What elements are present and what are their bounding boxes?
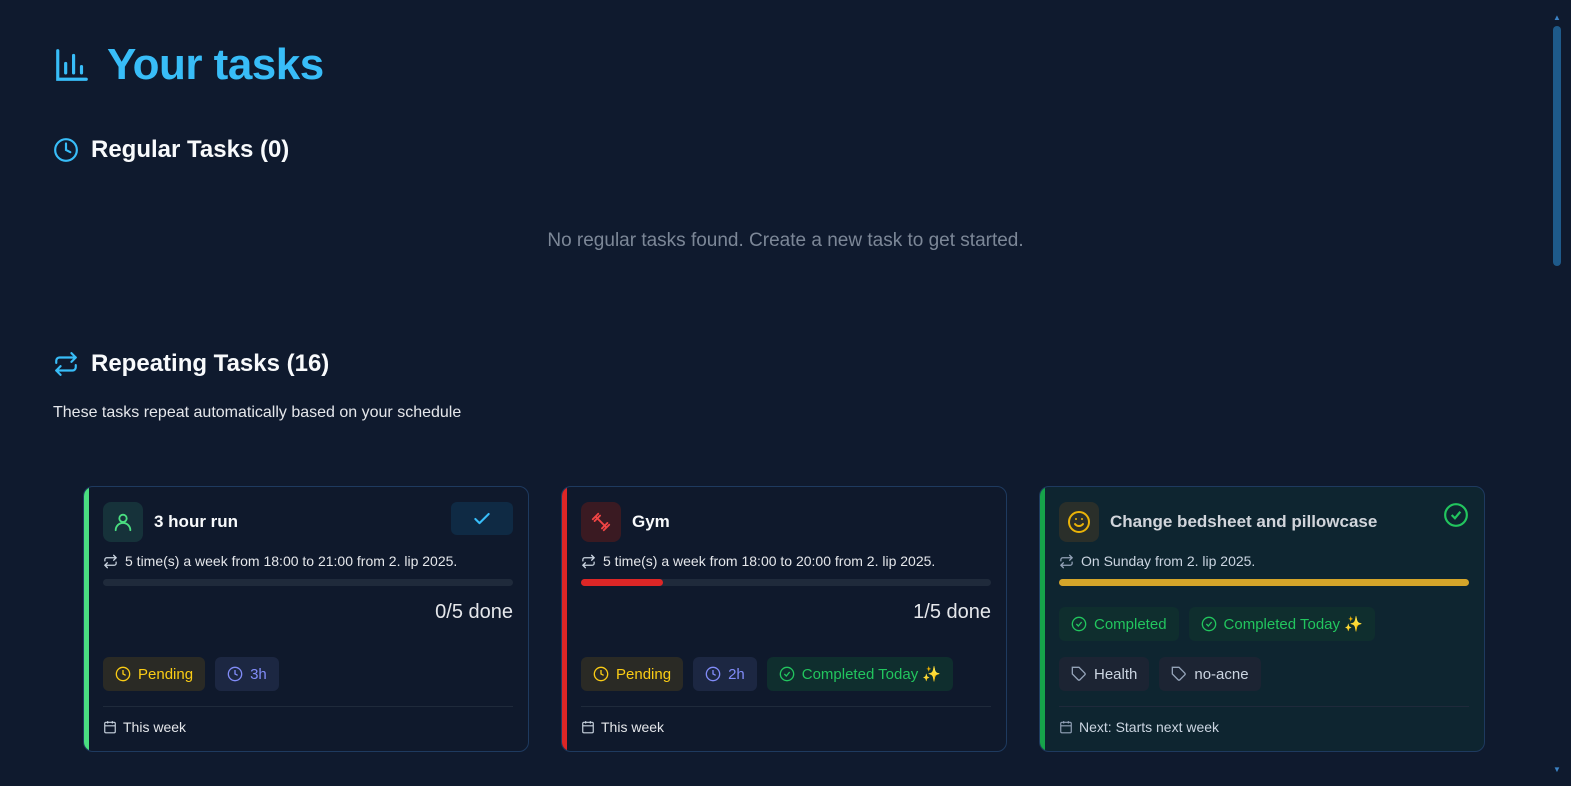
tag-badge: Health [1059, 657, 1150, 691]
repeating-tasks-header: Repeating Tasks (16) [53, 350, 329, 378]
scroll-up-arrow[interactable]: ▲ [1553, 14, 1561, 22]
page-heading: Your tasks [107, 40, 324, 89]
repeat-icon [582, 554, 595, 568]
task-card[interactable]: Gym 5 time(s) a week from 18:00 to 20:00… [561, 486, 1007, 752]
task-title: Gym [632, 512, 670, 531]
smiley-icon [1059, 502, 1099, 542]
check-circle-icon [1071, 616, 1087, 632]
task-schedule: On Sunday from 2. lip 2025. [1059, 553, 1255, 569]
calendar-icon [1060, 721, 1072, 734]
card-footer: Next: Starts next week [1059, 706, 1469, 735]
repeat-icon [55, 352, 77, 376]
clock-icon [593, 666, 609, 682]
schedule-text: On Sunday from 2. lip 2025. [1081, 553, 1256, 569]
card-footer: This week [581, 706, 991, 735]
regular-tasks-title: Regular Tasks (0) [91, 136, 290, 163]
status-badge: Pending [103, 657, 206, 691]
calendar-icon [104, 721, 116, 734]
task-title: Change bedsheet and pillowcase [1110, 512, 1378, 531]
clock-icon [227, 666, 243, 682]
task-schedule: 5 time(s) a week from 18:00 to 21:00 fro… [103, 553, 457, 569]
repeat-icon [104, 554, 117, 568]
scroll-down-arrow[interactable]: ▼ [1553, 766, 1561, 774]
page-title: Your tasks [53, 40, 324, 90]
task-card[interactable]: 3 hour run 5 time(s) a week from 18:00 t… [83, 486, 529, 752]
done-count: 0/5 done [435, 601, 513, 623]
check-circle-icon [1444, 503, 1468, 527]
repeating-tasks-subtitle: These tasks repeat automatically based o… [53, 404, 462, 421]
duration-badge: 3h [215, 657, 279, 691]
done-count: 1/5 done [913, 601, 991, 623]
clock-icon [705, 666, 721, 682]
regular-tasks-header: Regular Tasks (0) [53, 136, 289, 164]
tag-badge: no-acne [1159, 657, 1261, 691]
regular-tasks-empty-message: No regular tasks found. Create a new tas… [547, 230, 1024, 251]
check-circle-icon [779, 666, 795, 682]
check-icon [474, 512, 490, 524]
task-title: 3 hour run [154, 512, 239, 531]
completed-today-badge: Completed Today ✨ [766, 657, 954, 691]
person-icon [103, 502, 143, 542]
repeat-icon [1060, 554, 1073, 568]
tag-icon [1172, 666, 1187, 681]
card-accent [84, 487, 89, 751]
card-footer: This week [103, 706, 513, 735]
completed-today-badge: Completed Today ✨ [1188, 607, 1375, 641]
progress-bar [581, 579, 991, 586]
clock-icon [115, 666, 131, 682]
completed-badge: Completed [1059, 607, 1179, 641]
progress-bar [1059, 579, 1469, 586]
scroll-thumb[interactable] [1553, 26, 1561, 266]
clock-icon [54, 138, 78, 162]
task-card[interactable]: Change bedsheet and pillowcase On Sunday… [1039, 486, 1485, 752]
complete-button[interactable] [451, 502, 513, 535]
schedule-text: 5 time(s) a week from 18:00 to 20:00 fro… [603, 553, 936, 569]
status-badge: Pending [581, 657, 684, 691]
completed-indicator [1443, 502, 1469, 533]
duration-badge: 2h [693, 657, 757, 691]
tag-icon [1071, 666, 1086, 681]
repeating-tasks-title: Repeating Tasks (16) [91, 350, 330, 377]
task-schedule: 5 time(s) a week from 18:00 to 20:00 fro… [581, 553, 935, 569]
progress-bar [103, 579, 513, 586]
bar-chart-icon [56, 49, 88, 81]
scrollbar[interactable]: ▲ ▼ [1553, 14, 1561, 774]
dumbbell-icon [581, 502, 621, 542]
card-accent [562, 487, 567, 751]
schedule-text: 5 time(s) a week from 18:00 to 21:00 fro… [125, 553, 458, 569]
check-circle-icon [1201, 616, 1216, 632]
card-accent [1040, 487, 1045, 751]
calendar-icon [582, 721, 594, 734]
